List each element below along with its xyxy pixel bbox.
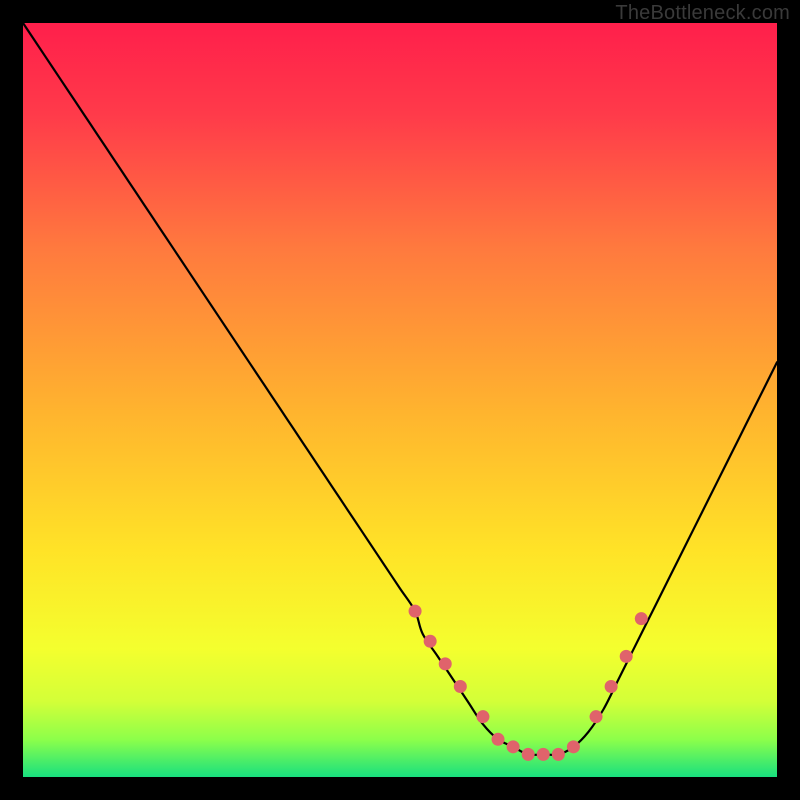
curve-marker <box>635 612 648 625</box>
plot-background <box>23 23 777 777</box>
curve-marker <box>424 635 437 648</box>
curve-marker <box>567 740 580 753</box>
curve-marker <box>620 650 633 663</box>
watermark-text: TheBottleneck.com <box>615 2 790 25</box>
curve-marker <box>590 710 603 723</box>
curve-marker <box>605 680 618 693</box>
curve-marker <box>537 748 550 761</box>
curve-marker <box>552 748 565 761</box>
curve-marker <box>492 733 505 746</box>
curve-marker <box>507 740 520 753</box>
curve-marker <box>439 657 452 670</box>
curve-marker <box>409 605 422 618</box>
curve-marker <box>522 748 535 761</box>
curve-marker <box>476 710 489 723</box>
curve-marker <box>454 680 467 693</box>
bottleneck-chart <box>0 0 800 800</box>
chart-stage: TheBottleneck.com <box>0 0 800 800</box>
